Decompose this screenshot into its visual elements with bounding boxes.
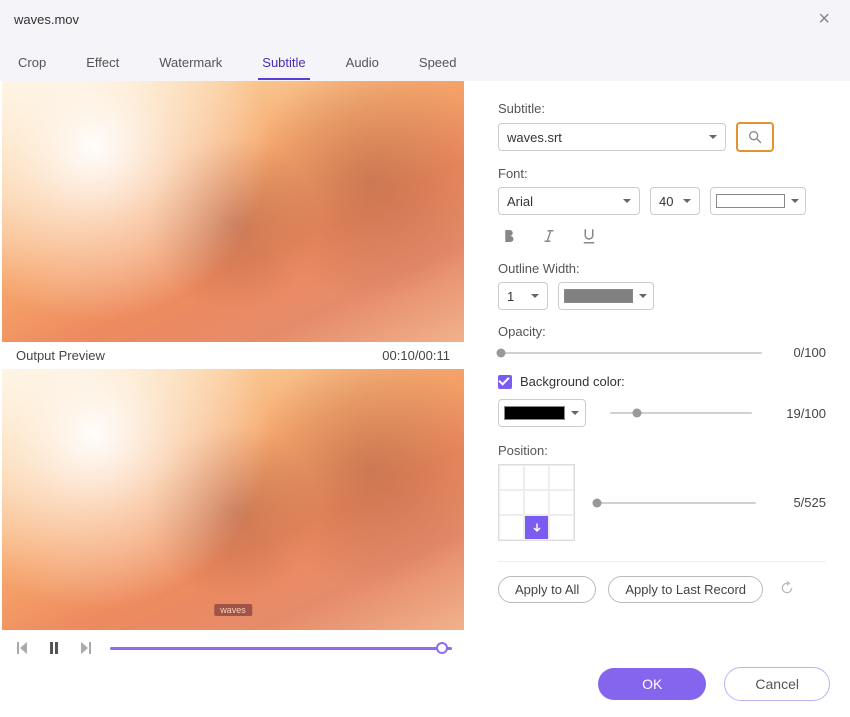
reset-icon[interactable]	[779, 580, 795, 599]
tab-subtitle[interactable]: Subtitle	[258, 47, 309, 80]
outline-label: Outline Width:	[498, 261, 826, 276]
position-label: Position:	[498, 443, 826, 458]
ok-button[interactable]: OK	[598, 668, 706, 700]
outline-width-select[interactable]: 1	[498, 282, 548, 310]
tab-crop[interactable]: Crop	[14, 47, 50, 80]
font-label: Font:	[498, 166, 826, 181]
pos-bot-right[interactable]	[549, 515, 574, 540]
font-family-select[interactable]: Arial	[498, 187, 640, 215]
opacity-label: Opacity:	[498, 324, 826, 339]
pos-mid-center[interactable]	[524, 490, 549, 515]
underline-icon[interactable]	[578, 225, 600, 247]
position-value: 5/525	[776, 495, 826, 510]
background-opacity-slider[interactable]	[610, 412, 752, 414]
position-slider[interactable]	[595, 502, 756, 504]
pos-mid-left[interactable]	[499, 490, 524, 515]
opacity-value: 0/100	[776, 345, 826, 360]
playback-slider[interactable]	[110, 647, 452, 650]
tab-effect[interactable]: Effect	[82, 47, 123, 80]
background-color-checkbox[interactable]	[498, 375, 512, 389]
apply-to-last-record-button[interactable]: Apply to Last Record	[608, 576, 763, 603]
preview-label-row: Output Preview 00:10/00:11	[0, 342, 466, 369]
separator	[498, 561, 826, 562]
tabs: Crop Effect Watermark Subtitle Audio Spe…	[0, 39, 850, 81]
italic-icon[interactable]	[538, 225, 560, 247]
tab-audio[interactable]: Audio	[342, 47, 383, 80]
window-title: waves.mov	[14, 12, 79, 27]
tab-speed[interactable]: Speed	[415, 47, 461, 80]
source-preview	[2, 81, 464, 342]
apply-to-all-button[interactable]: Apply to All	[498, 576, 596, 603]
cancel-button[interactable]: Cancel	[724, 667, 830, 701]
close-icon[interactable]: ×	[812, 8, 836, 31]
font-color-select[interactable]	[710, 187, 806, 215]
position-grid	[498, 464, 575, 541]
pos-bot-center[interactable]	[524, 515, 549, 540]
browse-subtitle-button[interactable]	[736, 122, 774, 152]
subtitle-label: Subtitle:	[498, 101, 826, 116]
preview-time: 00:10/00:11	[382, 348, 450, 363]
pos-top-right[interactable]	[549, 465, 574, 490]
subtitle-overlay: waves	[214, 604, 252, 616]
background-color-label: Background color:	[520, 374, 625, 389]
bold-icon[interactable]	[498, 225, 520, 247]
pos-top-center[interactable]	[524, 465, 549, 490]
outline-color-select[interactable]	[558, 282, 654, 310]
opacity-slider[interactable]	[498, 352, 762, 354]
font-size-select[interactable]: 40	[650, 187, 700, 215]
pos-bot-left[interactable]	[499, 515, 524, 540]
output-preview-label: Output Preview	[16, 348, 105, 363]
pos-top-left[interactable]	[499, 465, 524, 490]
pos-mid-right[interactable]	[549, 490, 574, 515]
background-opacity-value: 19/100	[776, 406, 826, 421]
background-color-select[interactable]	[498, 399, 586, 427]
subtitle-file-select[interactable]: waves.srt	[498, 123, 726, 151]
tab-watermark[interactable]: Watermark	[155, 47, 226, 80]
output-preview: waves	[2, 369, 464, 630]
